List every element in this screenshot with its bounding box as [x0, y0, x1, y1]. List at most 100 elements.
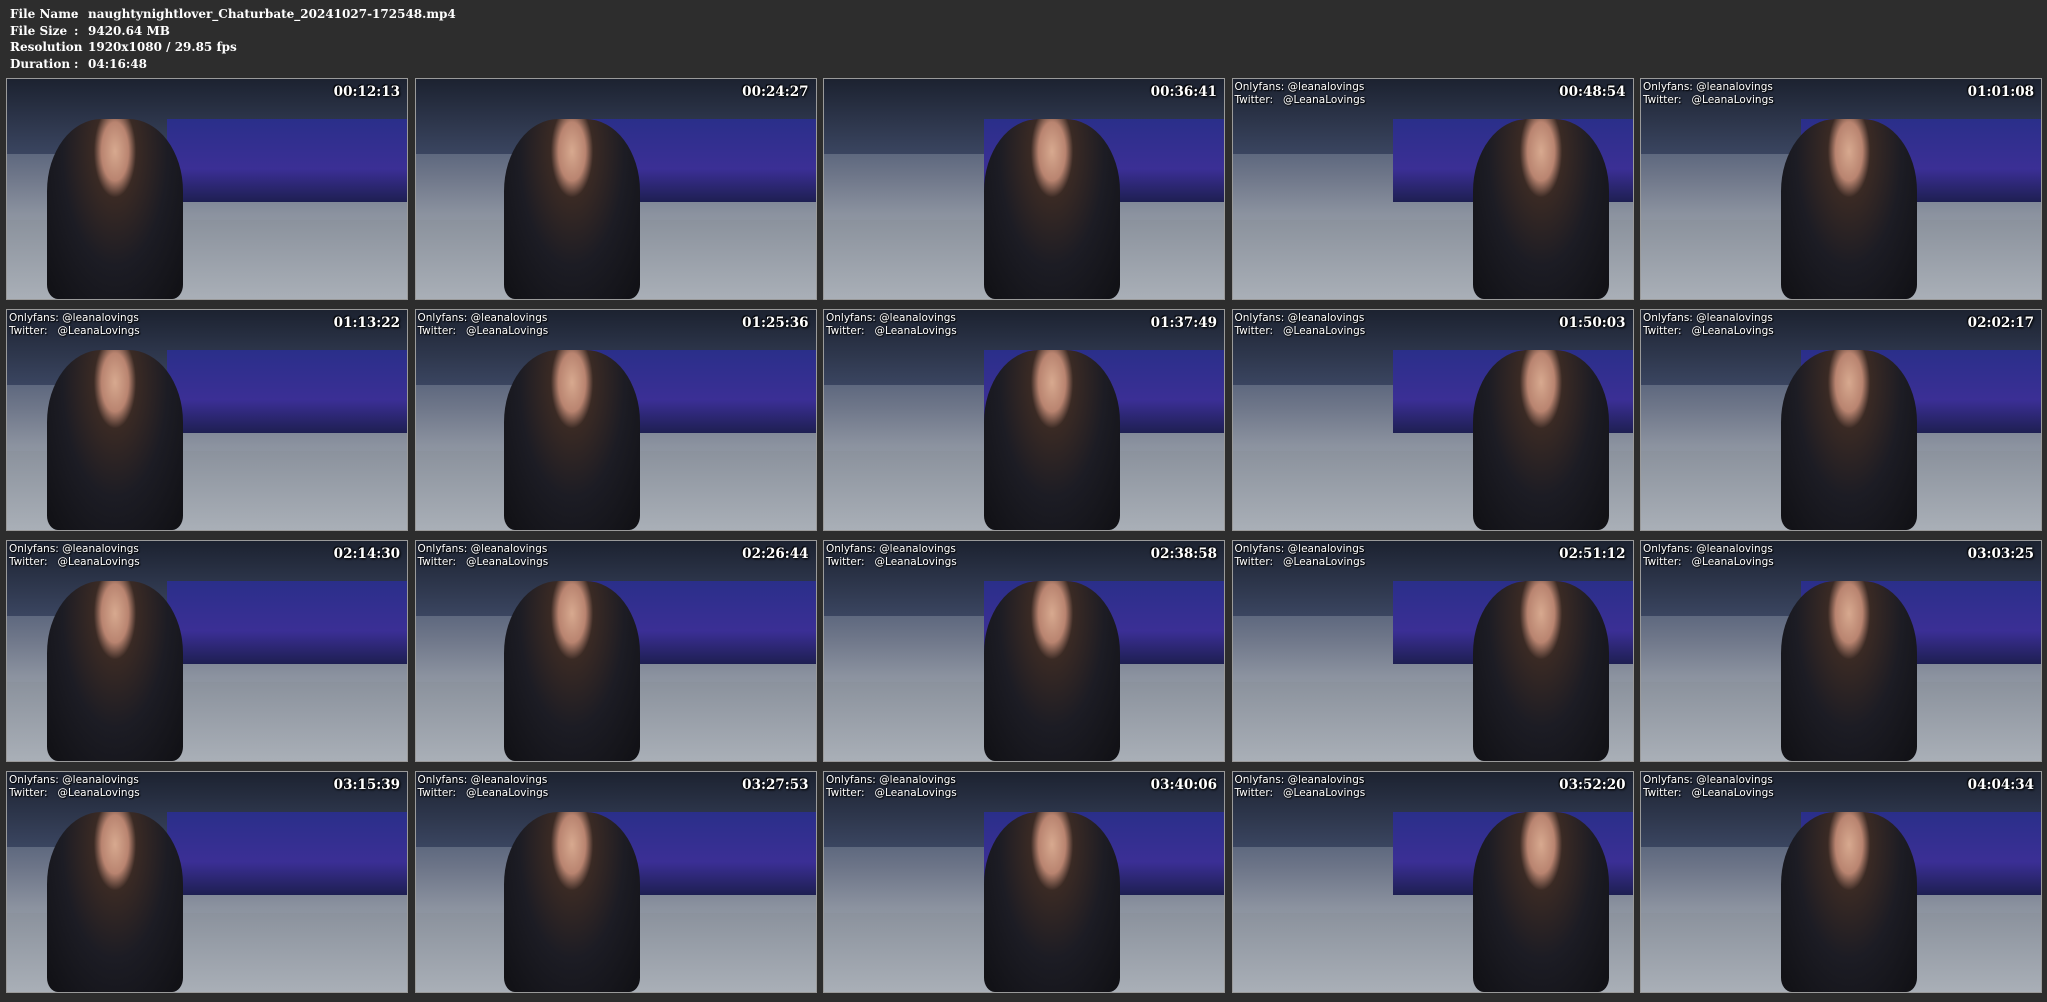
file-name-value: naughtynightlover_Chaturbate_20241027-17…: [88, 7, 456, 21]
watermark-line-twitter: Twitter: @LeanaLovings: [9, 786, 140, 799]
watermark-text: Onlyfans: @leanalovings Twitter: @LeanaLo…: [418, 774, 549, 799]
watermark-line-twitter: Twitter: @LeanaLovings: [9, 324, 140, 337]
video-thumbnail[interactable]: Onlyfans: @leanalovings Twitter: @LeanaLo…: [1231, 771, 1634, 993]
file-size-row: File Size : 9420.64 MB: [10, 23, 456, 40]
video-thumbnail[interactable]: Onlyfans: @leanalovings Twitter: @LeanaLo…: [414, 309, 817, 531]
resolution-value: 1920x1080 / 29.85 fps: [88, 40, 237, 54]
watermark-line-twitter: Twitter: @LeanaLovings: [1234, 93, 1366, 106]
thumbnail-timestamp: 01:25:36: [742, 315, 809, 331]
watermark-text: Onlyfans: @leanalovings Twitter: @LeanaLo…: [1643, 312, 1774, 337]
thumbnail-timestamp: 02:02:17: [1967, 315, 2034, 331]
video-thumbnail[interactable]: Onlyfans: @leanalovings Twitter: @LeanaLo…: [1640, 771, 2042, 993]
watermark-line-twitter: Twitter: @LeanaLovings: [826, 555, 957, 568]
thumbnail-timestamp: 02:26:44: [742, 546, 809, 562]
video-thumbnail[interactable]: Onlyfans: @leanalovings Twitter: @LeanaLo…: [6, 309, 408, 531]
video-thumbnail[interactable]: Onlyfans: @leanalovings Twitter: @LeanaLo…: [1231, 309, 1634, 531]
video-thumbnail[interactable]: Onlyfans: @leanalovings Twitter: @LeanaLo…: [414, 771, 817, 993]
thumbnail-timestamp: 02:38:58: [1150, 546, 1217, 562]
thumbnail-timestamp: 01:13:22: [333, 315, 400, 331]
video-thumbnail[interactable]: Onlyfans: @leanalovings Twitter: @LeanaLo…: [823, 540, 1225, 762]
person-figure-image: [503, 580, 640, 761]
video-thumbnail[interactable]: Onlyfans: @leanalovings Twitter: @LeanaLo…: [6, 771, 408, 993]
person-figure-image: [1472, 811, 1609, 992]
watermark-line-onlyfans: Onlyfans: @leanalovings: [1643, 81, 1773, 93]
person-figure-image: [503, 118, 640, 299]
watermark-line-onlyfans: Onlyfans: @leanalovings: [1643, 312, 1773, 324]
watermark-text: Onlyfans: @leanalovings Twitter: @LeanaLo…: [9, 312, 140, 337]
watermark-text: Onlyfans: @leanalovings Twitter: @LeanaLo…: [1235, 312, 1366, 337]
watermark-text: Onlyfans: @leanalovings Twitter: @LeanaLo…: [1235, 543, 1366, 568]
watermark-text: Onlyfans: @leanalovings Twitter: @LeanaLo…: [1643, 774, 1774, 799]
expo-banner-image: [167, 580, 407, 665]
person-figure-image: [1472, 349, 1609, 530]
expo-banner-image: [167, 118, 407, 203]
file-size-value: 9420.64 MB: [88, 23, 170, 38]
video-thumbnail[interactable]: Onlyfans: @leanalovings Twitter: @LeanaLo…: [1640, 78, 2042, 300]
video-thumbnail[interactable]: Onlyfans: @leanalovings Twitter: @LeanaLo…: [1231, 78, 1634, 300]
watermark-line-onlyfans: Onlyfans: @leanalovings: [1234, 774, 1365, 786]
file-info-header: File Name : naughtynightlover_Chaturbate…: [10, 6, 456, 72]
video-thumbnail[interactable]: Onlyfans: @leanalovings Twitter: @LeanaLo…: [1640, 540, 2042, 762]
person-figure-image: [503, 349, 640, 530]
thumbnail-timestamp: 03:15:39: [333, 777, 400, 793]
video-thumbnail[interactable]: 00:24:27: [414, 78, 817, 300]
file-size-label: File Size: [10, 23, 68, 38]
duration-value: 04:16:48: [88, 56, 147, 71]
video-thumbnail[interactable]: Onlyfans: @leanalovings Twitter: @LeanaLo…: [1231, 540, 1634, 762]
watermark-line-onlyfans: Onlyfans: @leanalovings: [1234, 81, 1365, 93]
watermark-text: Onlyfans: @leanalovings Twitter: @LeanaLo…: [826, 543, 957, 568]
thumbnail-timestamp: 01:37:49: [1150, 315, 1217, 331]
watermark-line-onlyfans: Onlyfans: @leanalovings: [417, 543, 548, 555]
person-figure-image: [503, 811, 640, 992]
person-figure-image: [1781, 580, 1917, 761]
watermark-line-onlyfans: Onlyfans: @leanalovings: [826, 543, 956, 555]
thumbnail-timestamp: 01:01:08: [1967, 84, 2034, 100]
video-thumbnail[interactable]: Onlyfans: @leanalovings Twitter: @LeanaLo…: [823, 771, 1225, 993]
watermark-line-twitter: Twitter: @LeanaLovings: [1643, 93, 1774, 106]
watermark-line-twitter: Twitter: @LeanaLovings: [417, 324, 549, 337]
video-thumbnail[interactable]: 00:12:13: [6, 78, 408, 300]
video-thumbnail[interactable]: Onlyfans: @leanalovings Twitter: @LeanaLo…: [1640, 309, 2042, 531]
separator: :: [74, 7, 79, 21]
person-figure-image: [984, 811, 1120, 992]
person-figure-image: [984, 580, 1120, 761]
watermark-line-twitter: Twitter: @LeanaLovings: [417, 786, 549, 799]
watermark-text: Onlyfans: @leanalovings Twitter: @LeanaLo…: [826, 312, 957, 337]
video-thumbnail[interactable]: Onlyfans: @leanalovings Twitter: @LeanaLo…: [414, 540, 817, 762]
separator: :: [74, 23, 79, 38]
file-name-row: File Name : naughtynightlover_Chaturbate…: [10, 6, 456, 23]
thumbnail-grid: 00:12:13 00:24:27 00:36:41 Onlyfans: @leana…: [6, 78, 2042, 997]
thumbnail-timestamp: 00:24:27: [742, 84, 809, 100]
thumbnail-timestamp: 03:27:53: [742, 777, 809, 793]
thumbnail-timestamp: 00:48:54: [1559, 84, 1626, 100]
watermark-text: Onlyfans: @leanalovings Twitter: @LeanaLo…: [9, 774, 140, 799]
thumbnail-timestamp: 04:04:34: [1967, 777, 2034, 793]
watermark-text: Onlyfans: @leanalovings Twitter: @LeanaLo…: [1643, 81, 1774, 106]
watermark-line-onlyfans: Onlyfans: @leanalovings: [9, 312, 139, 324]
thumbnail-timestamp: 00:12:13: [333, 84, 400, 100]
watermark-line-twitter: Twitter: @LeanaLovings: [1234, 555, 1366, 568]
watermark-text: Onlyfans: @leanalovings Twitter: @LeanaLo…: [9, 543, 140, 568]
person-figure-image: [47, 811, 183, 992]
watermark-line-onlyfans: Onlyfans: @leanalovings: [1643, 543, 1773, 555]
watermark-line-twitter: Twitter: @LeanaLovings: [826, 786, 957, 799]
expo-banner-image: [167, 811, 407, 896]
person-figure-image: [1781, 349, 1917, 530]
video-thumbnail[interactable]: 00:36:41: [823, 78, 1225, 300]
person-figure-image: [1472, 580, 1609, 761]
watermark-line-onlyfans: Onlyfans: @leanalovings: [1234, 543, 1365, 555]
video-thumbnail[interactable]: Onlyfans: @leanalovings Twitter: @LeanaLo…: [6, 540, 408, 762]
duration-label: Duration: [10, 56, 71, 71]
person-figure-image: [1472, 118, 1609, 299]
watermark-line-twitter: Twitter: @LeanaLovings: [1643, 786, 1774, 799]
person-figure-image: [984, 349, 1120, 530]
watermark-line-twitter: Twitter: @LeanaLovings: [1234, 324, 1366, 337]
person-figure-image: [47, 349, 183, 530]
thumbnail-timestamp: 02:51:12: [1559, 546, 1626, 562]
watermark-line-onlyfans: Onlyfans: @leanalovings: [1234, 312, 1365, 324]
person-figure-image: [47, 580, 183, 761]
video-thumbnail[interactable]: Onlyfans: @leanalovings Twitter: @LeanaLo…: [823, 309, 1225, 531]
person-figure-image: [1781, 811, 1917, 992]
watermark-line-onlyfans: Onlyfans: @leanalovings: [417, 774, 548, 786]
watermark-line-twitter: Twitter: @LeanaLovings: [1643, 555, 1774, 568]
